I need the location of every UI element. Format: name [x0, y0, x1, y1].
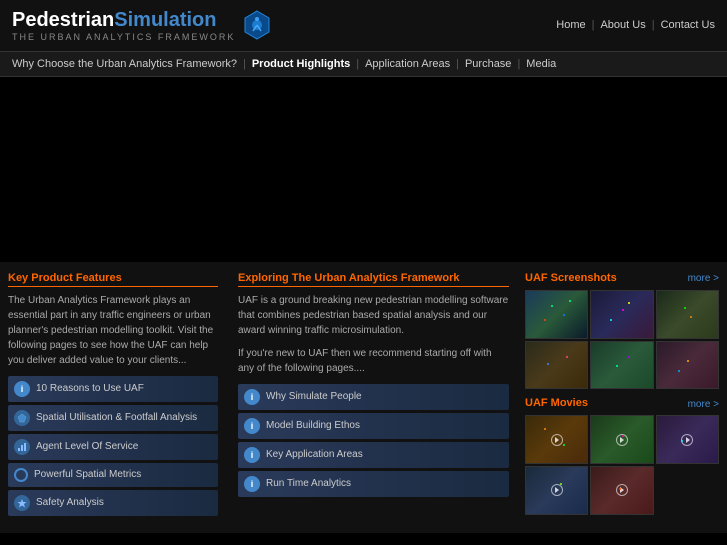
logo-main: PedestrianSimulation	[12, 8, 235, 32]
sep2: |	[652, 19, 655, 31]
left-section-title: Key Product Features	[8, 272, 218, 287]
sep1: |	[592, 19, 595, 31]
logo-sim: Simulation	[114, 9, 216, 31]
feature-label-5: Safety Analysis	[36, 497, 104, 508]
nav-contact[interactable]: Contact Us	[661, 19, 715, 31]
col-left: Key Product Features The Urban Analytics…	[8, 272, 228, 523]
logo-ped: Pedestrian	[12, 9, 114, 31]
logo-icon	[243, 9, 271, 41]
screenshot-5[interactable]	[590, 341, 653, 390]
hero-area	[0, 77, 727, 262]
feature-icon-2	[14, 410, 30, 426]
movie-1[interactable]	[525, 415, 588, 464]
main-content: Key Product Features The Urban Analytics…	[0, 262, 727, 533]
subnav-media[interactable]: Media	[526, 58, 556, 70]
movies-title: UAF Movies	[525, 397, 588, 411]
logo-subtitle: The Urban Analytics Framework	[12, 32, 235, 43]
screenshot-4[interactable]	[525, 341, 588, 390]
top-nav: Home | About Us | Contact Us	[556, 19, 715, 31]
movies-more[interactable]: more >	[688, 399, 719, 410]
sub-nav: Why Choose the Urban Analytics Framework…	[0, 52, 727, 77]
col-right: UAF Screenshots more >	[519, 272, 719, 523]
feature-icon-5	[14, 495, 30, 511]
mid-item-2[interactable]: i Model Building Ethos	[238, 413, 509, 439]
col-mid: Exploring The Urban Analytics Framework …	[228, 272, 519, 523]
mid-icon-4: i	[244, 476, 260, 492]
screenshots-header: UAF Screenshots more >	[525, 272, 719, 286]
subnav-why[interactable]: Why Choose the Urban Analytics Framework…	[12, 58, 237, 70]
nav-about[interactable]: About Us	[600, 19, 645, 31]
movie-4[interactable]	[525, 466, 588, 515]
feature-item-2[interactable]: Spatial Utilisation & Footfall Analysis	[8, 405, 218, 431]
screenshot-1[interactable]	[525, 290, 588, 339]
play-icon-4	[551, 484, 563, 496]
header: PedestrianSimulation The Urban Analytics…	[0, 0, 727, 52]
mid-label-2: Model Building Ethos	[266, 420, 360, 431]
movies-header: UAF Movies more >	[525, 397, 719, 411]
mid-item-3[interactable]: i Key Application Areas	[238, 442, 509, 468]
movie-5[interactable]	[590, 466, 653, 515]
mid-label-4: Run Time Analytics	[266, 478, 351, 489]
logo-text: PedestrianSimulation The Urban Analytics…	[12, 8, 235, 43]
logo-area: PedestrianSimulation The Urban Analytics…	[12, 8, 271, 43]
feature-item-4[interactable]: Powerful Spatial Metrics	[8, 463, 218, 487]
mid-icon-2: i	[244, 418, 260, 434]
screenshots-title: UAF Screenshots	[525, 272, 617, 286]
movies-grid	[525, 415, 719, 514]
feature-label-2: Spatial Utilisation & Footfall Analysis	[36, 412, 197, 423]
screenshot-3[interactable]	[656, 290, 719, 339]
feature-label-1: 10 Reasons to Use UAF	[36, 383, 144, 394]
feature-item-1[interactable]: i 10 Reasons to Use UAF	[8, 376, 218, 402]
screenshot-2[interactable]	[590, 290, 653, 339]
mid-item-1[interactable]: i Why Simulate People	[238, 384, 509, 410]
feature-label-3: Agent Level Of Service	[36, 441, 138, 452]
play-icon-3	[681, 434, 693, 446]
mid-section-title: Exploring The Urban Analytics Framework	[238, 272, 509, 287]
mid-item-4[interactable]: i Run Time Analytics	[238, 471, 509, 497]
screenshots-more[interactable]: more >	[688, 273, 719, 284]
screenshots-grid	[525, 290, 719, 389]
movie-2[interactable]	[590, 415, 653, 464]
mid-section-text1: UAF is a ground breaking new pedestrian …	[238, 293, 509, 338]
feature-item-3[interactable]: Agent Level Of Service	[8, 434, 218, 460]
feature-label-4: Powerful Spatial Metrics	[34, 469, 141, 480]
subnav-highlights[interactable]: Product Highlights	[252, 58, 350, 70]
play-icon-1	[551, 434, 563, 446]
mid-section-text2: If you're new to UAF then we recommend s…	[238, 346, 509, 376]
feature-icon-4	[14, 468, 28, 482]
mid-icon-1: i	[244, 389, 260, 405]
movie-3[interactable]	[656, 415, 719, 464]
feature-icon-1: i	[14, 381, 30, 397]
subnav-purchase[interactable]: Purchase	[465, 58, 511, 70]
left-section-text: The Urban Analytics Framework plays an e…	[8, 293, 218, 368]
nav-home[interactable]: Home	[556, 19, 585, 31]
feature-icon-3	[14, 439, 30, 455]
play-icon-5	[616, 484, 628, 496]
screenshot-6[interactable]	[656, 341, 719, 390]
mid-label-3: Key Application Areas	[266, 449, 363, 460]
mid-icon-3: i	[244, 447, 260, 463]
mid-label-1: Why Simulate People	[266, 391, 362, 402]
feature-item-5[interactable]: Safety Analysis	[8, 490, 218, 516]
subnav-app-areas[interactable]: Application Areas	[365, 58, 450, 70]
